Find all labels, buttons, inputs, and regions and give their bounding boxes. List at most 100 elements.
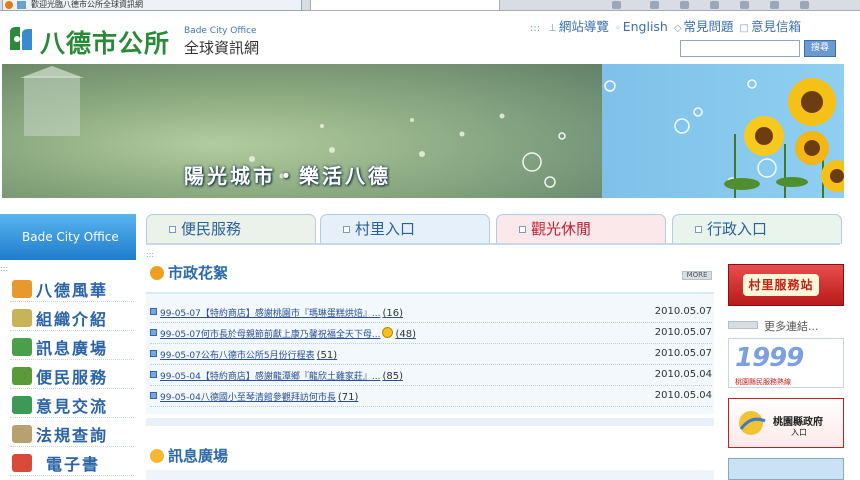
link-sitemap[interactable]: 網站導覽 bbox=[559, 16, 609, 35]
more-button[interactable]: MORE bbox=[682, 271, 712, 280]
hotline-1999-banner[interactable]: 1999 桃園縣民服務熱線 bbox=[728, 338, 844, 388]
sidebar-item-label: 法規查詢 bbox=[36, 426, 109, 445]
search-button[interactable]: 搜尋 bbox=[804, 40, 836, 57]
sidebar-item-label: 八德風華 bbox=[36, 281, 109, 300]
square-icon bbox=[343, 226, 350, 233]
print-icon[interactable] bbox=[680, 1, 689, 9]
more-links[interactable]: 更多連結... bbox=[728, 318, 819, 334]
section-title-city-news: 市政花絮 bbox=[150, 262, 228, 283]
logo-subtitle: 全球資訊網 bbox=[184, 39, 260, 57]
news-date: 2010.05.07 bbox=[654, 327, 712, 338]
tab-village[interactable]: 村里入口 bbox=[320, 214, 490, 244]
sidebar-item-organization[interactable]: 組織介紹 bbox=[10, 305, 134, 331]
news-link[interactable]: 99-05-07【特約商店】感謝桃園市『瑪琳蛋糕烘焙』... (16) bbox=[160, 306, 403, 319]
sidebar-item-news-plaza[interactable]: 訊息廣場 bbox=[10, 334, 134, 360]
county-logo-icon bbox=[739, 411, 766, 435]
divider bbox=[146, 243, 840, 245]
square-icon bbox=[519, 226, 526, 233]
sidebar-item-label: 意見交流 bbox=[36, 397, 109, 416]
tools-icon[interactable] bbox=[770, 1, 779, 9]
dots-icon: ::: bbox=[146, 250, 155, 259]
tab-label: 村里入口 bbox=[355, 220, 416, 238]
sidebar-header: Bade City Office bbox=[0, 214, 136, 260]
page: 歡迎光臨八德市公所全球資訊網 八德市公所 Bade City Office 全球… bbox=[0, 0, 860, 480]
view-count: (85) bbox=[382, 371, 403, 382]
browser-tab[interactable]: 歡迎光臨八德市公所全球資訊網 bbox=[2, 0, 302, 11]
county-government-banner[interactable]: 桃園縣政府 入口 bbox=[728, 398, 844, 448]
sidebar-item-label: 訊息廣場 bbox=[36, 339, 109, 358]
sidebar-item-regulations[interactable]: 法規查詢 bbox=[10, 421, 134, 447]
tab-label: 行政入口 bbox=[707, 220, 768, 238]
hero-banner bbox=[2, 64, 844, 198]
page-icon[interactable] bbox=[710, 1, 719, 9]
mail-icon: □ bbox=[739, 23, 749, 34]
dots-icon: ::: bbox=[0, 264, 9, 273]
link-english[interactable]: English bbox=[623, 19, 668, 34]
sidebar-item-ebook[interactable]: 電子書 bbox=[10, 450, 134, 476]
news-link[interactable]: 99-05-07何市長於母親節前獻上康乃馨祝福全天下母... (48) bbox=[160, 327, 416, 340]
faq-icon: ◇ bbox=[673, 23, 682, 34]
hotline-1999-logo: 1999 bbox=[735, 343, 804, 373]
favicon-icon bbox=[17, 1, 26, 9]
feed-icon[interactable] bbox=[650, 1, 659, 9]
link-feedback[interactable]: 意見信箱 bbox=[751, 16, 801, 35]
safety-icon[interactable] bbox=[740, 1, 749, 9]
address-bar[interactable] bbox=[310, 0, 500, 11]
bullet-icon bbox=[150, 392, 157, 399]
book-icon bbox=[12, 338, 32, 356]
flower-icon bbox=[150, 266, 164, 280]
list-item: 99-05-07【特約商店】感謝桃園市『瑪琳蛋糕烘焙』... (16) 2010.… bbox=[150, 302, 712, 323]
top-links: ::: ⊥ 網站導覽 ◦ English ◇ 常見問題 □ 意見信箱 bbox=[528, 16, 858, 35]
news-link[interactable]: 99-05-04【特約商店】感謝龍潭鄉『龍欣土雞家莊』... (85) bbox=[160, 369, 403, 382]
tab-administration[interactable]: 行政入口 bbox=[672, 214, 842, 244]
news-link[interactable]: 99-05-04八德國小至琴清館參觀拜訪何市長 (71) bbox=[160, 390, 358, 403]
sidebar-item-services[interactable]: 便民服務 bbox=[10, 363, 134, 389]
site-logo[interactable]: 八德市公所 Bade City Office 全球資訊網 bbox=[6, 22, 276, 60]
sidebar-item-feedback[interactable]: 意見交流 bbox=[10, 392, 134, 418]
news-list: 99-05-07【特約商店】感謝桃園市『瑪琳蛋糕烘焙』... (16) 2010.… bbox=[146, 292, 714, 414]
tab-tourism[interactable]: 觀光休閒 bbox=[496, 214, 666, 244]
view-count: (51) bbox=[316, 350, 338, 361]
link-banner[interactable] bbox=[728, 458, 844, 480]
tab-label: 便民服務 bbox=[181, 220, 242, 238]
view-count: (48) bbox=[395, 329, 416, 340]
sidebar-item-label: 電子書 bbox=[46, 455, 101, 474]
divider bbox=[146, 470, 714, 480]
link-faq[interactable]: 常見問題 bbox=[684, 16, 734, 35]
village-service-banner[interactable]: 村里服務站 bbox=[728, 264, 844, 306]
home-icon[interactable] bbox=[612, 1, 621, 9]
ebook-icon bbox=[12, 454, 32, 472]
list-item: 99-05-04八德國小至琴清館參觀拜訪何市長 (71) 2010.05.04 bbox=[150, 386, 712, 407]
tab-services[interactable]: 便民服務 bbox=[146, 214, 316, 244]
logo-mark-icon bbox=[10, 27, 32, 50]
logo-english: Bade City Office bbox=[184, 26, 257, 36]
browser-tab-title: 歡迎光臨八德市公所全球資訊網 bbox=[31, 0, 143, 9]
bullet-icon bbox=[150, 371, 157, 378]
sidebar-item-label: 組織介紹 bbox=[36, 310, 109, 329]
search-input[interactable] bbox=[680, 40, 800, 57]
county-government-title: 桃園縣政府 bbox=[773, 417, 823, 428]
building-icon bbox=[12, 280, 32, 298]
left-sidebar: Bade City Office ::: 八德風華 組織介紹 訊息廣場 便民服務… bbox=[0, 214, 136, 480]
browser-tab-strip: 歡迎光臨八德市公所全球資訊網 bbox=[0, 0, 860, 11]
logo-title: 八德市公所 bbox=[40, 29, 171, 58]
people-icon bbox=[12, 396, 32, 414]
bullet-icon bbox=[150, 308, 157, 315]
firefox-icon bbox=[5, 1, 13, 9]
pencil-icon bbox=[150, 449, 164, 463]
news-date: 2010.05.07 bbox=[654, 348, 712, 359]
news-link[interactable]: 99-05-07公布八德市公所5月份行程表 (51) bbox=[160, 348, 337, 361]
more-badge-icon bbox=[728, 321, 758, 329]
sitemap-icon: ⊥ bbox=[548, 23, 557, 34]
list-item: 99-05-04【特約商店】感謝龍潭鄉『龍欣土雞家莊』... (85) 2010.… bbox=[150, 365, 712, 386]
bullet-icon bbox=[150, 329, 157, 336]
county-government-entry: 入口 bbox=[791, 428, 807, 437]
dots-icon: ::: bbox=[530, 23, 541, 34]
sidebar-item-bade-style[interactable]: 八德風華 bbox=[10, 276, 134, 302]
help-icon[interactable] bbox=[800, 1, 809, 9]
view-count: (71) bbox=[337, 392, 359, 403]
hotline-1999-caption: 桃園縣民服務熱線 bbox=[735, 378, 791, 386]
square-icon bbox=[695, 226, 702, 233]
hands-icon bbox=[12, 309, 32, 327]
divider bbox=[146, 418, 714, 426]
